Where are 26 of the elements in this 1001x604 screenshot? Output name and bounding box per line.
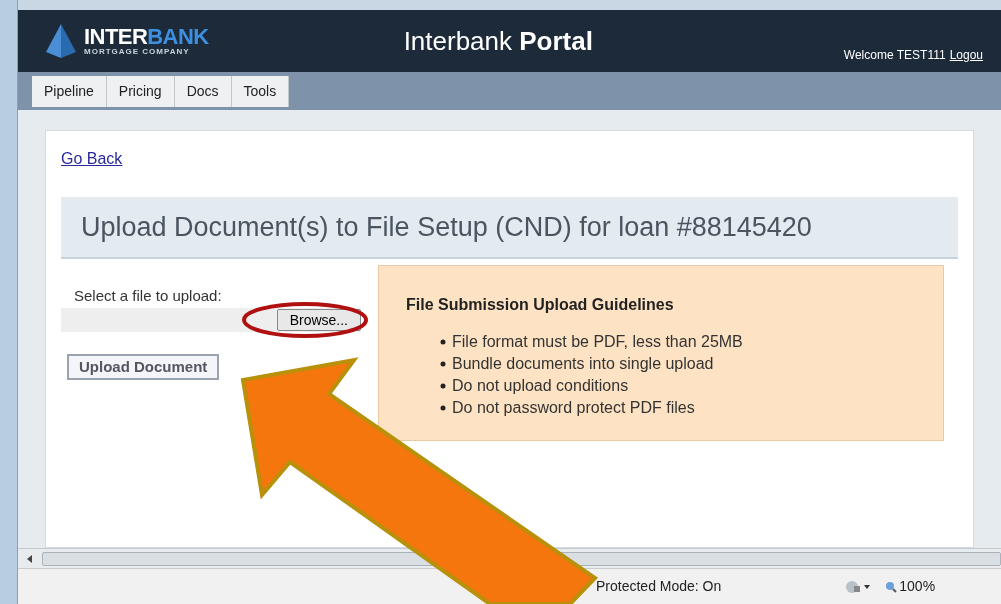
browse-button[interactable]: Browse... (276, 308, 361, 331)
page-title: Upload Document(s) to File Setup (CND) for loan #88145420 (81, 210, 812, 244)
guideline-item: Do not password protect PDF files (452, 398, 695, 418)
scroll-left-icon[interactable] (27, 554, 33, 563)
protected-mode-text: Protected Mode: On (596, 577, 722, 596)
logout-link[interactable]: Logou (949, 46, 983, 64)
guideline-item: Bundle documents into single upload (452, 354, 714, 374)
nav-tab[interactable]: Pipeline (32, 76, 107, 107)
logo-text: INTERBANK (84, 26, 209, 48)
nav-tab[interactable]: Tools (231, 76, 290, 107)
guideline-item: File format must be PDF, less than 25MB (452, 332, 743, 352)
zoom-level[interactable]: 100% (885, 576, 936, 597)
magnifier-icon (885, 580, 898, 593)
nav-tab[interactable]: Pricing (106, 76, 175, 107)
portal-title: Interbank Portal (403, 24, 593, 58)
upload-label: Select a file to upload: (74, 286, 223, 306)
file-input[interactable]: Browse... (61, 307, 361, 332)
upload-document-button[interactable]: Upload Document (67, 353, 220, 380)
pyramid-icon (44, 22, 78, 60)
guideline-item: Do not upload conditions (452, 376, 629, 396)
guidelines-title: File Submission Upload Guidelines (406, 295, 675, 315)
nav-tab[interactable]: Docs (174, 76, 232, 107)
security-icon[interactable] (845, 579, 872, 594)
welcome-text: Welcome TEST111 (843, 47, 946, 64)
go-back-link[interactable]: Go Back (61, 150, 123, 167)
logo-subtitle: MORTGAGE COMPANY (84, 48, 191, 56)
